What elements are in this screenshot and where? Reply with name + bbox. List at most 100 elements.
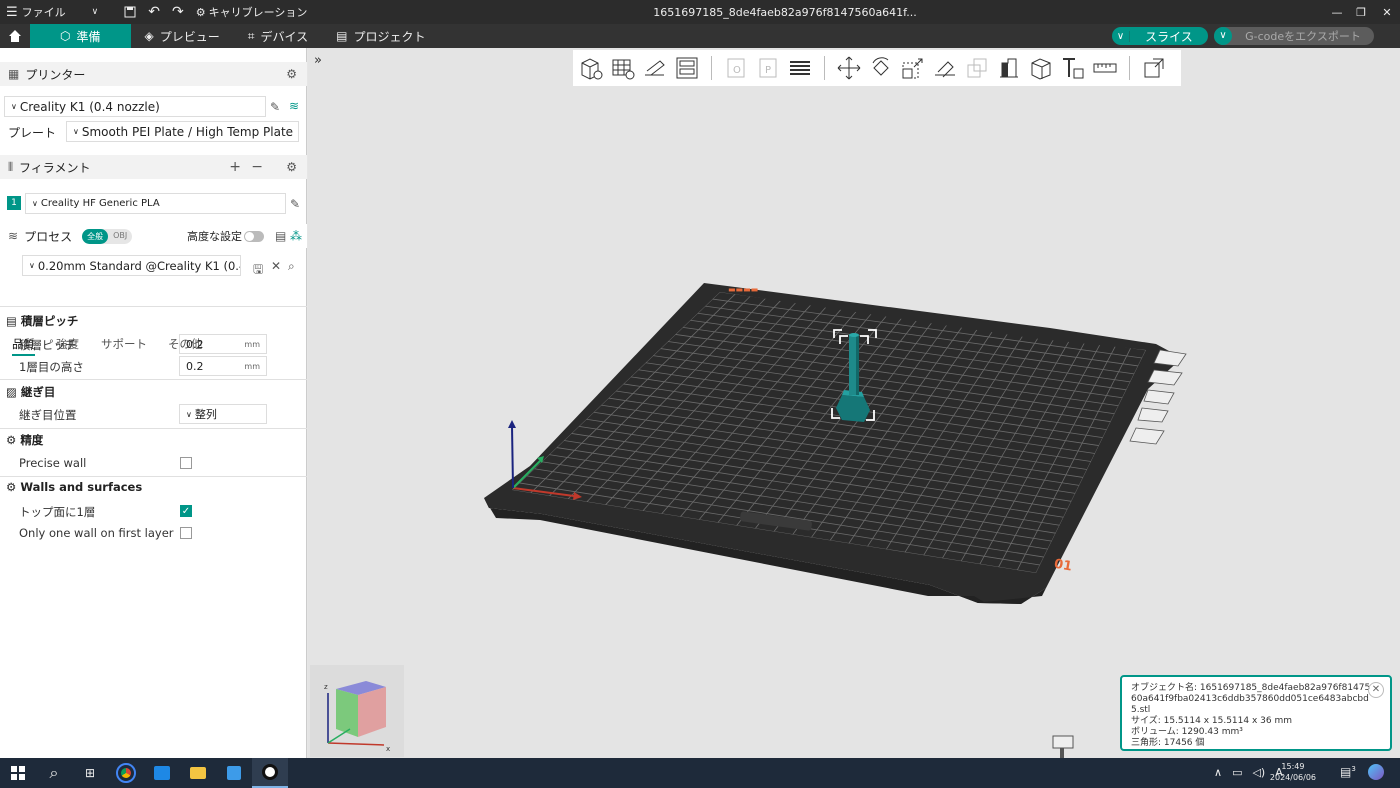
save-icon	[124, 6, 136, 18]
search-icon[interactable]: ⌕	[288, 259, 295, 274]
calibration-label: キャリブレーション	[208, 6, 308, 19]
add-icon[interactable]: +	[229, 159, 241, 175]
svg-text:x: x	[386, 745, 390, 753]
gear-icon[interactable]: ⚙	[286, 67, 297, 81]
chevron-down-icon: ∨	[11, 102, 17, 111]
project-icon: ▤	[336, 29, 348, 43]
calibration-menu[interactable]: ⚙ キャリブレーション	[190, 0, 314, 24]
tab-project[interactable]: ▤ プロジェクト	[322, 24, 439, 48]
plate-select-value: Smooth PEI Plate / High Temp Plate	[81, 124, 294, 139]
process-preset-select[interactable]: ∨ 0.20mm Standard @Creality K1 (0.4 n...	[22, 255, 241, 276]
tab-prepare[interactable]: ⬡ 準備	[30, 24, 131, 48]
first-layer-one-wall-label: Only one wall on first layer	[19, 526, 174, 540]
view-cube-panel[interactable]: z x	[310, 665, 404, 757]
copilot-icon[interactable]	[1368, 764, 1384, 780]
taskbar-app[interactable]	[216, 758, 252, 788]
assemble-view-icon[interactable]	[1051, 734, 1075, 758]
redo-button[interactable]: ↷	[166, 0, 190, 24]
advanced-settings-label: 高度な設定	[187, 230, 242, 243]
edit-icon[interactable]: ✎	[290, 197, 300, 211]
printer-icon: ▦	[8, 67, 20, 81]
3d-viewport[interactable]: » O P 01 ▬▬▬▬ z x ✕ オブジェクト名: 1651697185_…	[308, 48, 1400, 758]
hamburger-icon: ☰	[6, 4, 18, 20]
process-section-header: ≋ プロセス 全般 OBJ 高度な設定 ▤ ⁂	[0, 224, 307, 248]
file-menu[interactable]: ☰ ファイル ∨	[0, 0, 104, 24]
minimize-button[interactable]: —	[1325, 0, 1349, 24]
filament-select[interactable]: ∨ Creality HF Generic PLA	[25, 193, 286, 214]
toggle-obj[interactable]: OBJ	[108, 229, 132, 244]
chevron-down-icon[interactable]: ∨	[1112, 30, 1130, 42]
global-obj-toggle[interactable]: 全般 OBJ	[82, 228, 133, 244]
close-icon[interactable]: ✕	[1368, 682, 1384, 698]
search-icon: ⌕	[49, 763, 59, 782]
volume-icon[interactable]: ◁)	[1252, 766, 1265, 779]
taskbar-explorer[interactable]	[180, 758, 216, 788]
filament-icon: ⫴	[8, 159, 14, 174]
filament-slot-badge[interactable]: 1	[7, 196, 21, 210]
taskbar-outlook[interactable]	[144, 758, 180, 788]
compare-icon[interactable]: ⁂	[290, 229, 302, 243]
device-icon: ⌗	[247, 28, 255, 43]
precision-group-title: 精度	[20, 433, 44, 447]
object-name-line: 5.stl	[1131, 705, 1151, 715]
layer-height-input[interactable]: 0.2 mm	[179, 334, 267, 354]
mail-icon	[154, 766, 170, 780]
network-icon[interactable]: ▭	[1232, 766, 1242, 779]
save-icon[interactable]: 🖫	[253, 260, 263, 281]
export-gcode-label: G-codeをエクスポート	[1245, 30, 1361, 43]
home-button[interactable]	[0, 24, 30, 48]
first-layer-height-input[interactable]: 0.2 mm	[179, 356, 267, 376]
plate-select[interactable]: ∨ Smooth PEI Plate / High Temp Plate	[66, 121, 299, 142]
taskbar-slicer[interactable]	[252, 758, 288, 788]
taskbar-chrome[interactable]	[108, 758, 144, 788]
wifi-icon[interactable]: ≋	[289, 99, 299, 113]
taskbar-search[interactable]: ⌕	[36, 758, 72, 788]
chevron-down-icon[interactable]: ∨	[1214, 27, 1232, 45]
chrome-icon	[116, 763, 136, 783]
clock[interactable]: 15:49 2024/06/06	[1270, 761, 1316, 783]
orient-plate-icon	[1147, 369, 1183, 386]
notification-icon[interactable]: ▤3	[1340, 765, 1356, 779]
notification-count: 3	[1351, 765, 1356, 773]
plate-name-tag: ▬▬▬▬	[728, 285, 758, 294]
process-preset-value: 0.20mm Standard @Creality K1 (0.4 n...	[37, 258, 240, 273]
home-icon	[9, 30, 21, 42]
start-button[interactable]	[0, 758, 36, 788]
chevron-up-icon[interactable]: ∧	[1214, 766, 1222, 779]
tab-preview[interactable]: ◈ プレビュー	[131, 24, 234, 48]
toggle-global[interactable]: 全般	[82, 228, 109, 244]
task-view-button[interactable]: ⊞	[72, 758, 108, 788]
first-layer-one-wall-checkbox[interactable]	[180, 527, 192, 539]
edit-icon[interactable]: ✎	[270, 100, 280, 114]
tab-project-label: プロジェクト	[353, 29, 426, 44]
remove-icon[interactable]: −	[251, 159, 263, 175]
restore-button[interactable]: ❐	[1349, 0, 1373, 24]
gear-icon[interactable]: ⚙	[286, 160, 297, 174]
seam-position-select[interactable]: ∨ 整列	[179, 404, 267, 424]
subtab-support[interactable]: サポート	[101, 336, 147, 352]
tab-preview-label: プレビュー	[159, 29, 220, 44]
task-view-icon: ⊞	[84, 766, 96, 780]
printer-select[interactable]: ∨ Creality K1 (0.4 nozzle)	[4, 96, 266, 117]
view-cube[interactable]: z x	[310, 665, 404, 757]
export-gcode-button[interactable]: ∨ G-codeをエクスポート	[1214, 27, 1374, 45]
close-icon[interactable]: ✕	[271, 259, 281, 273]
top-one-wall-checkbox[interactable]: ✓	[180, 505, 192, 517]
calibration-icon: ⚙	[195, 5, 206, 19]
tab-device[interactable]: ⌗ デバイス	[234, 24, 322, 48]
advanced-settings-toggle[interactable]	[244, 231, 264, 242]
precise-wall-checkbox[interactable]	[180, 457, 192, 469]
top-one-wall-label: トップ面に1層	[19, 505, 96, 519]
undo-button[interactable]: ↶	[142, 0, 166, 24]
filament-section-title: フィラメント	[19, 160, 91, 175]
tab-prepare-label: 準備	[76, 29, 101, 44]
lock-plate-icon	[1137, 407, 1169, 423]
walls-group-title: Walls and surfaces	[20, 480, 143, 494]
close-button[interactable]: ✕	[1375, 0, 1399, 24]
printer-select-value: Creality K1 (0.4 nozzle)	[19, 99, 160, 114]
divider	[0, 476, 307, 477]
save-button[interactable]	[118, 0, 142, 24]
list-icon[interactable]: ▤	[275, 229, 286, 243]
divider	[0, 379, 307, 380]
slice-button[interactable]: ∨ スライス	[1112, 27, 1208, 45]
